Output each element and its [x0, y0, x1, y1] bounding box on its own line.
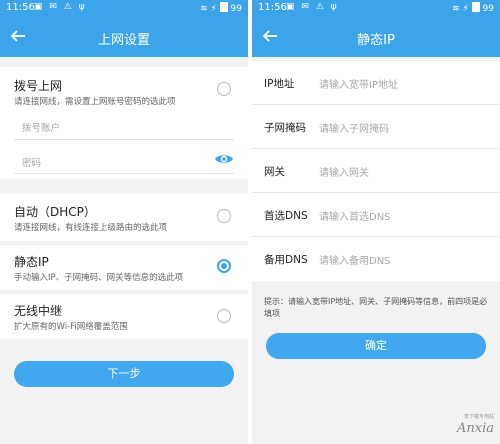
field-subnet-mask[interactable]: 子网掩码 请输入子网掩码 — [252, 105, 500, 149]
system-icons: ≋ ⚡ 99 — [200, 2, 242, 14]
primary-dns-input[interactable]: 请输入首选DNS — [319, 208, 391, 223]
option-wireless-relay[interactable]: 无线中继 扩大原有的Wi-Fi网络覆盖范围 — [0, 294, 248, 339]
confirm-button[interactable]: 确定 — [266, 333, 486, 359]
next-button[interactable]: 下一步 — [14, 361, 234, 387]
battery-level: 99 — [230, 4, 242, 14]
option-title: 无线中继 — [14, 304, 63, 318]
input-underline — [14, 139, 234, 140]
app-bar: 上网设置 — [0, 17, 248, 57]
secondary-dns-input[interactable]: 请输入备用DNS — [319, 252, 391, 267]
notification-icons: ▣ ✉ ⚠ ψ — [286, 2, 339, 12]
watermark-subtext: 安下载专用站 — [463, 414, 494, 420]
status-bar: 11:56 ▣ ✉ ⚠ ψ ≋ ⚡ 99 — [252, 0, 500, 17]
option-subtitle: 请连接网线，需设置上网账号密码的选此项 — [14, 97, 176, 107]
field-gateway[interactable]: 网关 请输入网关 — [252, 149, 500, 193]
field-label: 备用DNS — [264, 254, 308, 266]
status-time: 11:56 — [258, 2, 287, 13]
field-ip-address[interactable]: IP地址 请输入宽带IP地址 — [252, 61, 500, 105]
radio-dhcp[interactable] — [217, 209, 231, 223]
notification-icons: ▣ ✉ ⚠ ψ — [34, 2, 87, 12]
battery-icon — [219, 2, 228, 12]
field-label: 子网掩码 — [264, 122, 306, 134]
field-primary-dns[interactable]: 首选DNS 请输入首选DNS — [252, 193, 500, 237]
field-label: 网关 — [264, 166, 285, 178]
page-title: 静态IP — [357, 33, 395, 48]
radio-wireless-relay[interactable] — [217, 309, 231, 323]
field-secondary-dns[interactable]: 备用DNS 请输入备用DNS — [252, 237, 500, 281]
left-screen: 11:56 ▣ ✉ ⚠ ψ ≋ ⚡ 99 上网设置 拨号上网 请连接网线，需设置… — [0, 0, 248, 444]
option-subtitle: 手动输入IP、子网掩码、网关等信息的选此项 — [14, 273, 184, 283]
right-screen: 11:56 ▣ ✉ ⚠ ψ ≋ ⚡ 99 静态IP IP地址 请输入宽带IP地址… — [252, 0, 500, 444]
field-label: IP地址 — [264, 78, 295, 90]
subnet-mask-input[interactable]: 请输入子网掩码 — [319, 120, 389, 135]
option-title: 拨号上网 — [14, 79, 63, 93]
option-title: 静态IP — [14, 255, 49, 269]
input-underline — [14, 173, 234, 174]
radio-pppoe[interactable] — [217, 82, 231, 96]
password-input[interactable]: 密码 — [22, 155, 41, 169]
option-dhcp[interactable]: 自动（DHCP） 请连接网线，有线连接上级路由的选此项 — [0, 193, 248, 241]
option-subtitle: 扩大原有的Wi-Fi网络覆盖范围 — [14, 322, 128, 332]
option-subtitle: 请连接网线，有线连接上级路由的选此项 — [14, 223, 168, 233]
system-icons: ≋ ⚡ 99 — [452, 2, 494, 14]
watermark-logo: Anxia — [456, 421, 494, 436]
battery-level: 99 — [482, 4, 494, 14]
ip-address-input[interactable]: 请输入宽带IP地址 — [319, 76, 398, 91]
status-time: 11:56 — [6, 2, 35, 13]
gateway-input[interactable]: 请输入网关 — [319, 164, 369, 179]
page-title: 上网设置 — [97, 33, 150, 48]
radio-static-ip[interactable] — [217, 259, 231, 273]
app-bar: 静态IP — [252, 17, 500, 57]
account-input[interactable]: 拨号账户 — [22, 120, 60, 134]
option-title: 自动（DHCP） — [14, 205, 96, 219]
tip-text: 提示：请输入宽带IP地址、网关、子网掩码等信息，前四项是必填项 — [264, 297, 488, 318]
battery-icon — [471, 2, 480, 12]
option-static-ip[interactable]: 静态IP 手动输入IP、子网掩码、网关等信息的选此项 — [0, 245, 248, 290]
field-label: 首选DNS — [264, 210, 308, 222]
eye-icon[interactable] — [214, 152, 234, 166]
option-pppoe[interactable]: 拨号上网 请连接网线，需设置上网账号密码的选此项 拨号账户 密码 — [0, 67, 248, 179]
status-bar: 11:56 ▣ ✉ ⚠ ψ ≋ ⚡ 99 — [0, 0, 248, 17]
